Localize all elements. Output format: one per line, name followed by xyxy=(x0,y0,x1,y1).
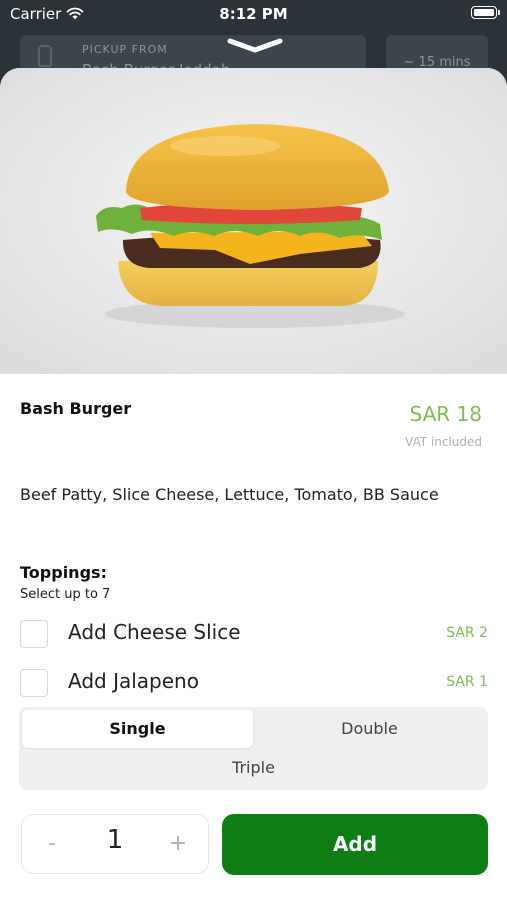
status-time: 8:12 PM xyxy=(219,5,288,23)
topping-checkbox[interactable] xyxy=(20,620,48,648)
size-option-double[interactable]: Double xyxy=(254,710,485,748)
pickup-label: PICKUP FROM xyxy=(82,43,168,56)
quantity-value: 1 xyxy=(106,825,124,855)
topping-checkbox[interactable] xyxy=(20,669,48,697)
size-option-single[interactable]: Single xyxy=(22,710,253,748)
product-description: Beef Patty, Slice Cheese, Lettuce, Tomat… xyxy=(20,485,439,504)
add-to-cart-button[interactable]: Add xyxy=(222,814,488,875)
product-price: SAR 18 xyxy=(409,402,482,426)
quantity-increment-button[interactable]: + xyxy=(158,827,198,861)
toppings-subtitle: Select up to 7 xyxy=(20,587,111,602)
topping-label: Add Jalapeno xyxy=(68,669,199,693)
topping-price: SAR 1 xyxy=(446,674,488,690)
product-image xyxy=(0,68,507,374)
topping-label: Add Cheese Slice xyxy=(68,620,241,644)
product-sheet: Bash Burger SAR 18 VAT included Beef Pat… xyxy=(0,68,507,900)
status-bar: Carrier 8:12 PM xyxy=(0,0,507,28)
topping-price: SAR 2 xyxy=(446,625,488,641)
size-option-triple[interactable]: Triple xyxy=(19,749,488,787)
quantity-decrement-button[interactable]: - xyxy=(32,827,72,861)
battery-icon xyxy=(471,6,500,19)
toppings-title: Toppings: xyxy=(20,563,107,582)
pickup-bag-icon xyxy=(38,45,52,67)
product-name: Bash Burger xyxy=(20,399,132,418)
size-segmented-control: Single Double Triple xyxy=(19,707,488,790)
vat-note: VAT included xyxy=(405,435,482,449)
topping-item-jalapeno[interactable]: Add Jalapeno SAR 1 xyxy=(0,665,507,705)
quantity-stepper: - 1 + xyxy=(21,814,209,874)
chevron-down-icon[interactable] xyxy=(226,36,284,54)
topping-item-cheese-slice[interactable]: Add Cheese Slice SAR 2 xyxy=(0,616,507,656)
